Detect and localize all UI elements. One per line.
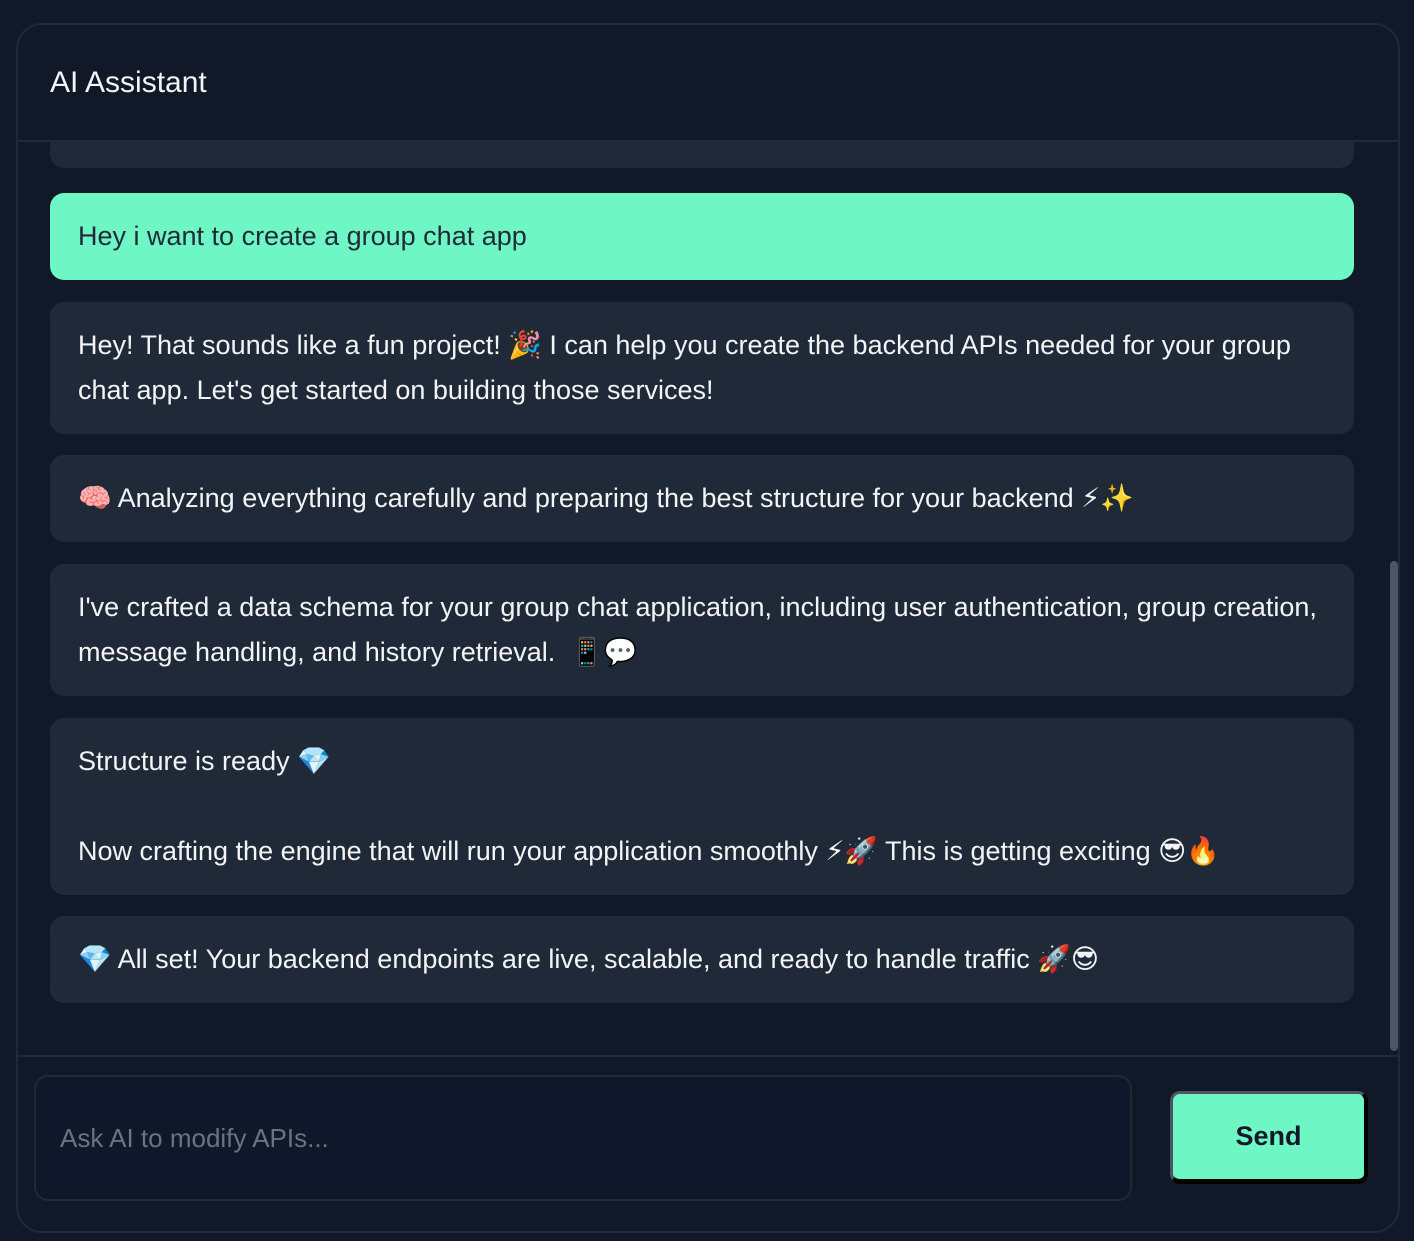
assistant-message: Structure is ready 💎 Now crafting the en… xyxy=(50,718,1354,895)
message-bubble-partial xyxy=(50,142,1354,168)
ai-assistant-panel: AI Assistant Hey i want to create a grou… xyxy=(16,23,1400,1233)
assistant-message: 💎 All set! Your backend endpoints are li… xyxy=(50,916,1354,1003)
chat-header: AI Assistant xyxy=(18,25,1398,142)
messages-scrollbar[interactable] xyxy=(1390,561,1398,1051)
message-list[interactable]: Hey i want to create a group chat app He… xyxy=(18,142,1398,1057)
user-message: Hey i want to create a group chat app xyxy=(50,193,1354,280)
assistant-message: Hey! That sounds like a fun project! 🎉 I… xyxy=(50,302,1354,434)
page-title: AI Assistant xyxy=(50,66,207,99)
send-button[interactable]: Send xyxy=(1170,1091,1368,1184)
composer: Send xyxy=(18,1055,1398,1231)
assistant-message: 🧠 Analyzing everything carefully and pre… xyxy=(50,455,1354,542)
prompt-input[interactable] xyxy=(34,1075,1132,1201)
assistant-message: I've crafted a data schema for your grou… xyxy=(50,564,1354,696)
